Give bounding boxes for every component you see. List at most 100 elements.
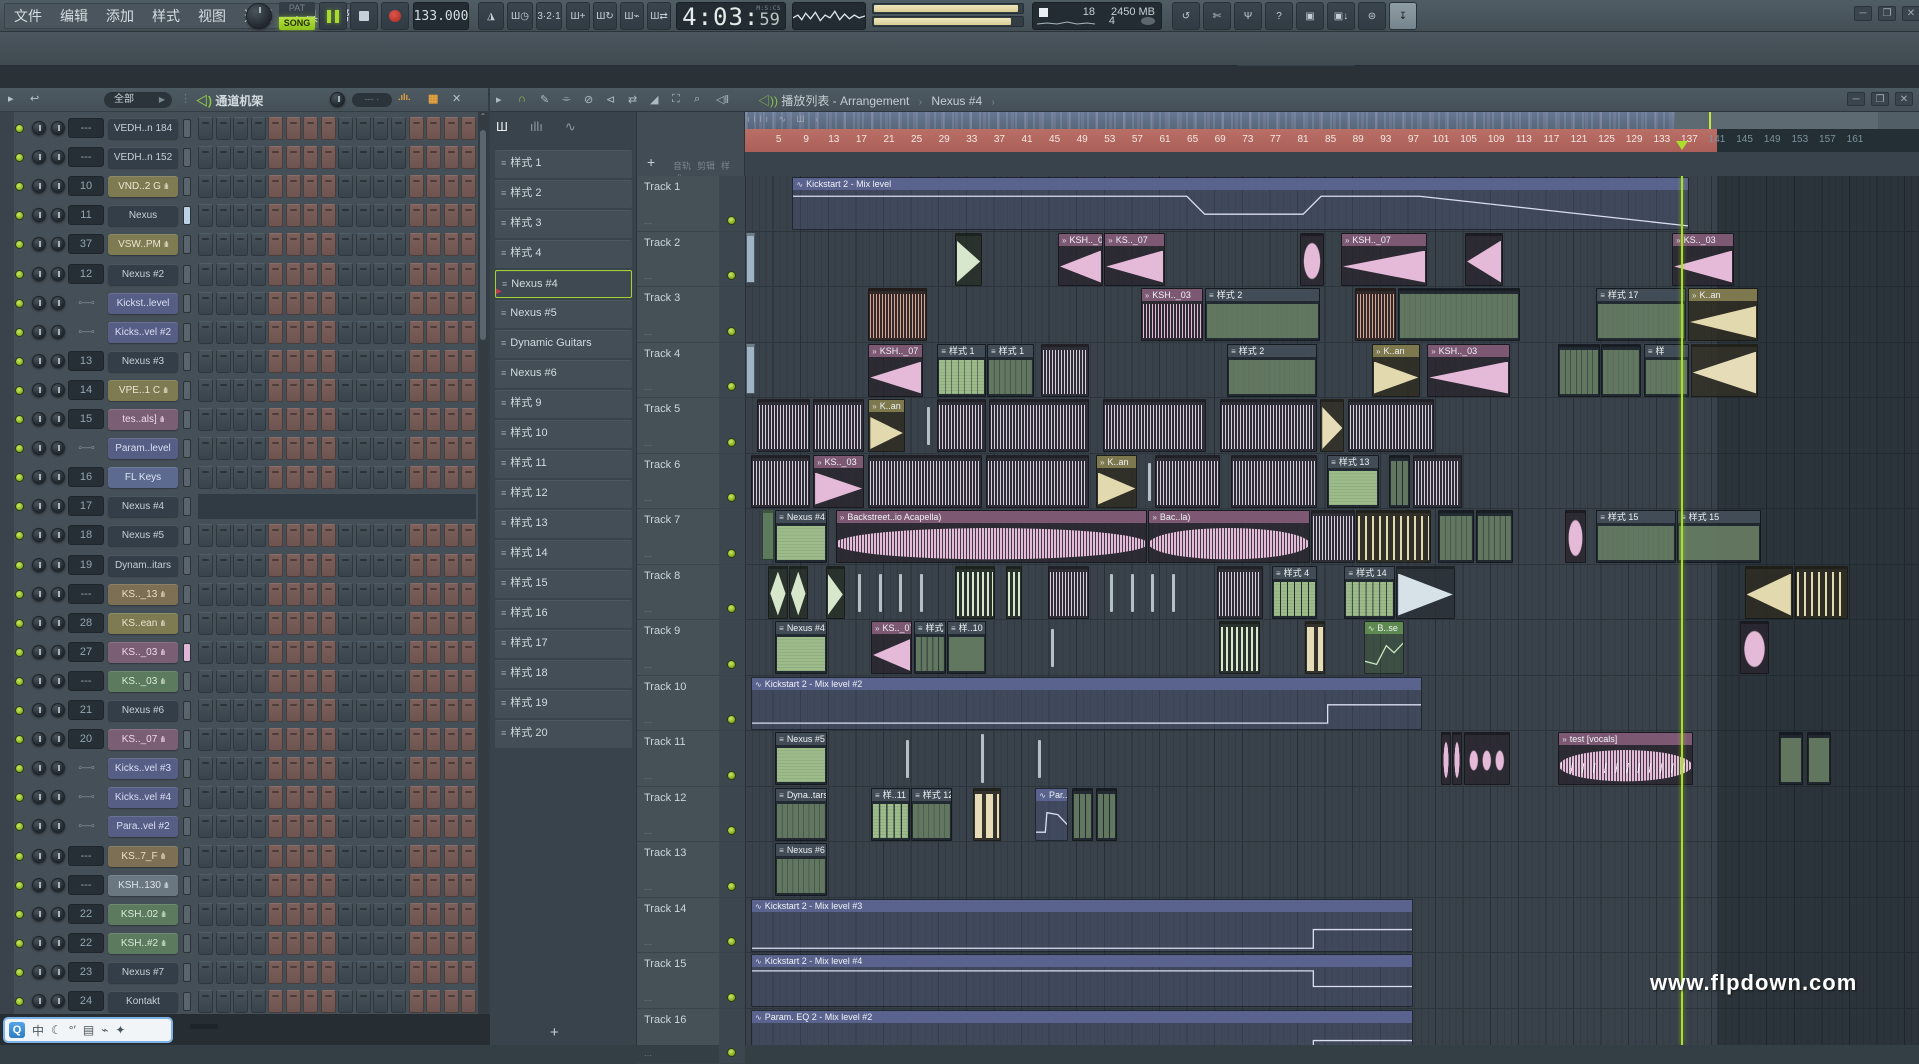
step-cell[interactable] <box>426 699 441 722</box>
step-cell[interactable] <box>373 728 388 751</box>
channel-mute-led[interactable] <box>15 328 24 337</box>
step-cell[interactable] <box>251 292 266 315</box>
step-cell[interactable] <box>426 233 441 256</box>
step-cell[interactable] <box>461 379 476 402</box>
channel-mute-led[interactable] <box>15 793 24 802</box>
step-cell[interactable] <box>426 728 441 751</box>
step-cell[interactable] <box>356 932 371 955</box>
ruler-bar-number[interactable]: 57 <box>1132 134 1143 145</box>
step-cell[interactable] <box>303 263 318 286</box>
step-cell[interactable] <box>286 379 301 402</box>
audio-clip[interactable]: »K..an <box>868 399 905 452</box>
audio-spike[interactable] <box>927 407 930 445</box>
channel-number[interactable]: --- <box>68 584 104 604</box>
step-cell[interactable] <box>303 845 318 868</box>
audio-clip[interactable]: »KSH.._07 <box>868 344 923 397</box>
step-cell[interactable] <box>303 408 318 431</box>
step-cell[interactable] <box>373 175 388 198</box>
track-options-icon[interactable]: ⋯ <box>644 940 653 949</box>
ruler-bar-number[interactable]: 125 <box>1598 134 1615 145</box>
step-cell[interactable] <box>303 292 318 315</box>
volume-knob[interactable] <box>51 267 65 281</box>
step-cell[interactable] <box>198 786 213 809</box>
loop-record-icon[interactable]: Ш↻ <box>593 2 617 30</box>
channel-mute-led[interactable] <box>15 182 24 191</box>
step-cell[interactable] <box>426 845 441 868</box>
help-icon[interactable]: ? <box>1265 2 1293 30</box>
delete-icon[interactable]: ⊘ <box>584 93 593 106</box>
step-cell[interactable] <box>303 641 318 664</box>
step-cell[interactable] <box>198 612 213 635</box>
ruler-bar-number[interactable]: 161 <box>1847 134 1864 145</box>
audio-clip[interactable] <box>1396 566 1455 619</box>
step-cell[interactable] <box>391 408 406 431</box>
step-cell[interactable] <box>268 903 283 926</box>
channel-number[interactable]: 13 <box>68 351 104 371</box>
track-header[interactable]: Track 6⋯ <box>637 454 745 510</box>
step-cell[interactable] <box>338 554 353 577</box>
pan-knob[interactable] <box>32 732 46 746</box>
corner-tab[interactable]: 音轨 <box>673 161 691 171</box>
step-cell[interactable] <box>461 350 476 373</box>
step-cell[interactable] <box>286 350 301 373</box>
main-volume-knob[interactable] <box>246 3 272 29</box>
step-cell[interactable] <box>251 903 266 926</box>
step-cell[interactable] <box>198 263 213 286</box>
step-cell[interactable] <box>391 554 406 577</box>
pan-knob[interactable] <box>32 703 46 717</box>
step-cell[interactable] <box>373 961 388 984</box>
pattern-item[interactable]: ≡样式 17 <box>495 630 632 658</box>
step-cell[interactable] <box>356 146 371 169</box>
step-cell[interactable] <box>233 321 248 344</box>
step-cell[interactable] <box>338 263 353 286</box>
step-cell[interactable] <box>303 757 318 780</box>
step-cell[interactable] <box>233 612 248 635</box>
pattern-clip[interactable]: ≡样式 15 <box>1677 510 1761 563</box>
step-cell[interactable] <box>321 263 336 286</box>
step-cell[interactable] <box>216 204 231 227</box>
ruler-bar-number[interactable]: 69 <box>1215 134 1226 145</box>
track-header[interactable]: Track 9⋯ <box>637 620 745 676</box>
step-cell[interactable] <box>444 903 459 926</box>
audio-clip[interactable] <box>1300 233 1324 286</box>
step-cell[interactable] <box>268 408 283 431</box>
channel-mini-slider[interactable] <box>183 614 191 633</box>
step-cell[interactable] <box>373 990 388 1013</box>
step-cell[interactable] <box>303 321 318 344</box>
menu-item-1[interactable]: 文件 <box>5 6 51 26</box>
step-cell[interactable] <box>409 146 424 169</box>
step-cell[interactable] <box>303 786 318 809</box>
step-cell[interactable] <box>198 437 213 460</box>
step-cell[interactable] <box>373 903 388 926</box>
step-cell[interactable] <box>251 524 266 547</box>
audio-clip[interactable] <box>1217 566 1263 619</box>
step-cell[interactable] <box>373 379 388 402</box>
step-cell[interactable] <box>426 437 441 460</box>
step-cell[interactable] <box>391 204 406 227</box>
step-cell[interactable] <box>338 786 353 809</box>
pattern-clip[interactable]: ≡样式 17 <box>1596 288 1686 341</box>
pattern-clip[interactable] <box>1558 344 1599 397</box>
step-cell[interactable] <box>233 524 248 547</box>
step-cell[interactable] <box>321 641 336 664</box>
step-cell[interactable] <box>233 466 248 489</box>
step-cell[interactable] <box>391 146 406 169</box>
step-cell[interactable] <box>286 554 301 577</box>
channel-number[interactable]: --- <box>68 846 104 866</box>
step-cell[interactable] <box>216 612 231 635</box>
step-cell[interactable] <box>303 117 318 140</box>
step-cell[interactable] <box>303 932 318 955</box>
step-cell[interactable] <box>198 321 213 344</box>
step-cell[interactable] <box>409 670 424 693</box>
step-cell[interactable] <box>391 524 406 547</box>
step-cell[interactable] <box>409 204 424 227</box>
pattern-item[interactable]: ≡Nexus #6 <box>495 360 632 388</box>
ruler-bar-number[interactable]: 77 <box>1270 134 1281 145</box>
step-cell[interactable] <box>268 379 283 402</box>
step-cell[interactable] <box>286 932 301 955</box>
ruler-bar-number[interactable]: 89 <box>1353 134 1364 145</box>
pan-knob[interactable] <box>32 412 46 426</box>
pattern-item[interactable]: ≡样式 4 <box>495 240 632 268</box>
audio-clip[interactable] <box>1464 732 1510 785</box>
volume-knob[interactable] <box>51 645 65 659</box>
